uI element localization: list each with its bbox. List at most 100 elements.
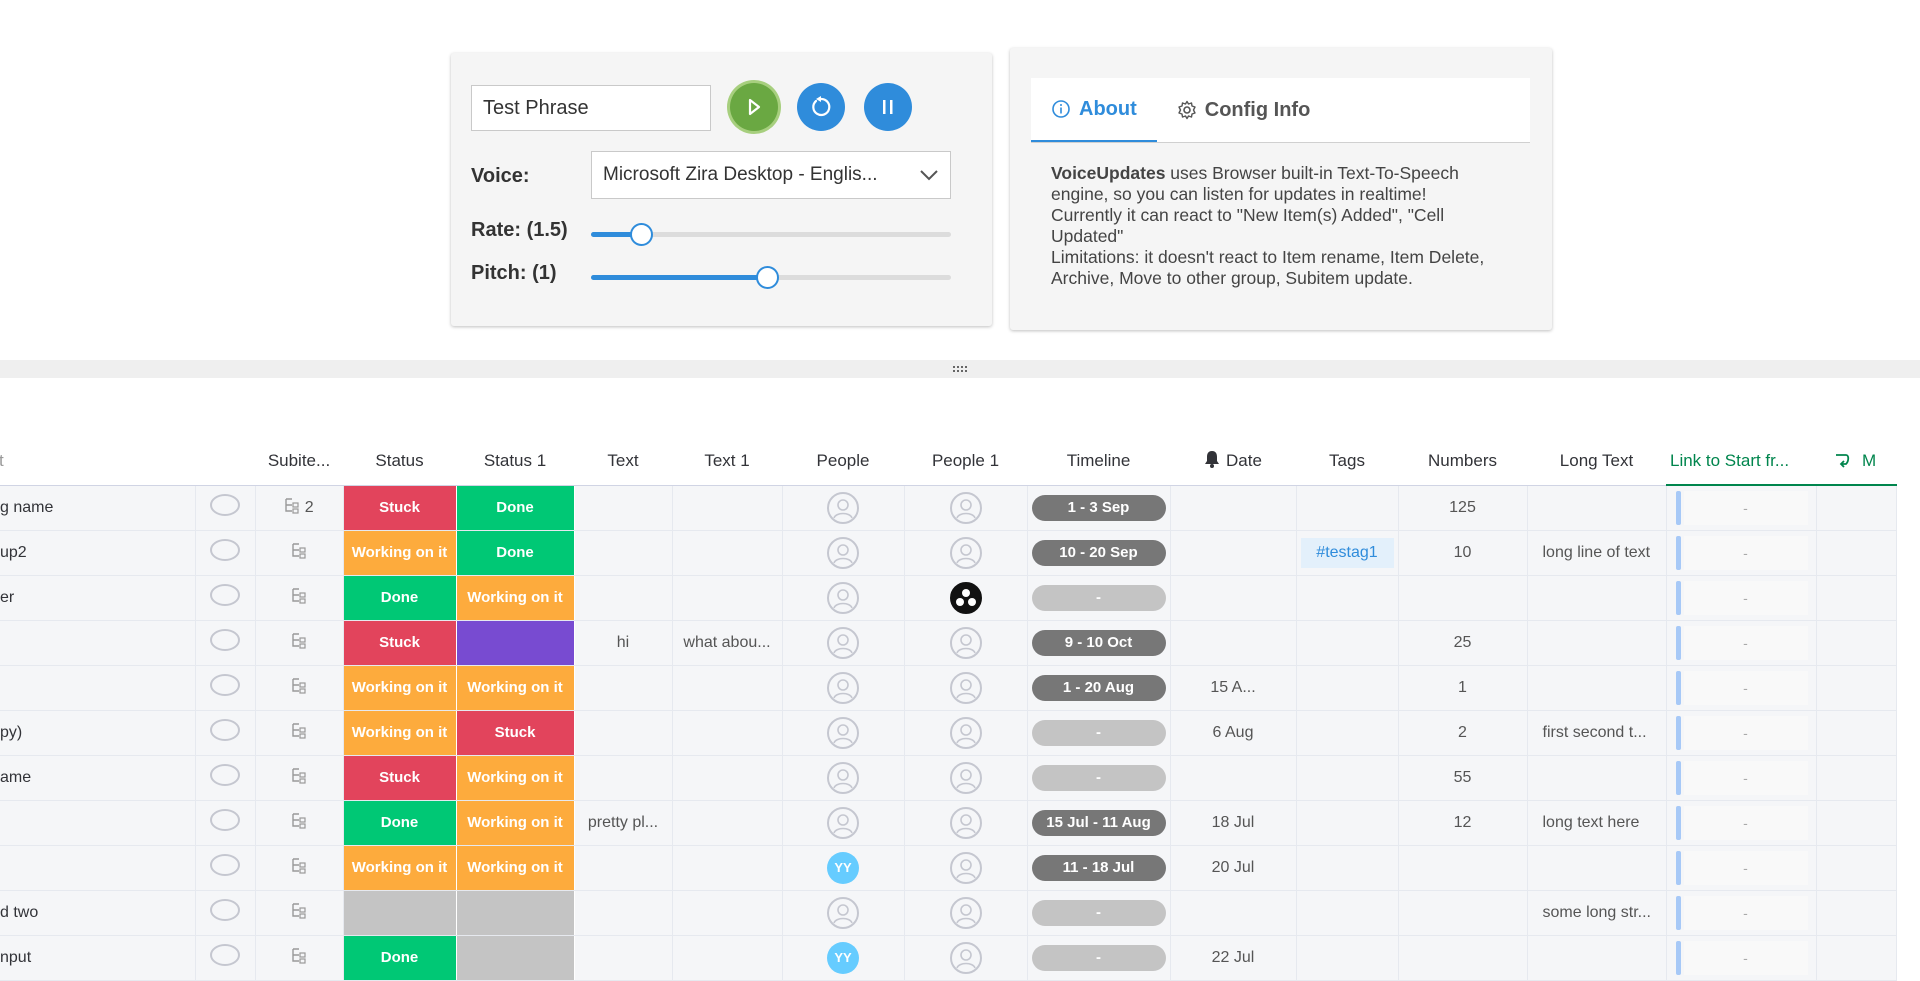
empty-avatar[interactable] <box>949 896 982 929</box>
link-value[interactable]: - <box>1683 715 1808 750</box>
link-value[interactable]: - <box>1683 625 1808 660</box>
comment-cell[interactable] <box>195 620 256 666</box>
numbers-cell[interactable]: 55 <box>1398 755 1528 801</box>
subitems-cell[interactable] <box>255 665 344 711</box>
long-text-cell[interactable] <box>1527 935 1667 981</box>
empty-avatar[interactable] <box>827 626 859 659</box>
text-1-cell[interactable] <box>672 485 783 531</box>
timeline-cell[interactable]: - <box>1027 935 1171 981</box>
empty-avatar[interactable] <box>949 626 982 659</box>
text-1-cell[interactable] <box>672 710 783 756</box>
timeline-cell[interactable]: 1 - 3 Sep <box>1027 485 1171 531</box>
long-text-cell[interactable] <box>1527 620 1667 666</box>
item-name[interactable]: er <box>0 575 196 621</box>
empty-avatar[interactable] <box>827 761 859 794</box>
subitems-cell[interactable] <box>255 755 344 801</box>
text-1-cell[interactable] <box>672 845 783 891</box>
text-cell[interactable] <box>574 485 673 531</box>
status-cell[interactable]: Working on it <box>343 845 457 891</box>
text-cell[interactable] <box>574 710 673 756</box>
people-cell[interactable] <box>782 575 905 621</box>
link-value[interactable]: - <box>1683 490 1808 525</box>
text-1-cell[interactable] <box>672 665 783 711</box>
empty-avatar[interactable] <box>949 671 982 704</box>
status-1-cell[interactable]: Working on it <box>456 665 575 711</box>
play-button[interactable] <box>730 83 778 131</box>
timeline-cell[interactable]: 11 - 18 Jul <box>1027 845 1171 891</box>
empty-avatar[interactable] <box>827 536 859 569</box>
col-text-1[interactable]: Text 1 <box>672 437 782 486</box>
subitems-cell[interactable]: 2 <box>255 485 344 531</box>
link-value[interactable]: - <box>1683 850 1808 885</box>
table-row[interactable]: Stuck hi what abou... 9 - 10 Oct 25 - <box>0 620 1897 666</box>
link-value[interactable]: - <box>1683 895 1808 930</box>
avatar[interactable] <box>949 581 982 614</box>
date-cell[interactable]: 6 Aug <box>1170 710 1297 756</box>
col-status[interactable]: Status <box>343 437 456 486</box>
status-1-cell[interactable] <box>456 620 575 666</box>
comment-cell[interactable] <box>195 530 256 576</box>
comment-cell[interactable] <box>195 485 256 531</box>
status-cell[interactable]: Working on it <box>343 665 457 711</box>
subitems-cell[interactable] <box>255 845 344 891</box>
mirror-cell[interactable] <box>1816 665 1897 711</box>
tags-cell[interactable] <box>1296 485 1399 531</box>
people-cell[interactable] <box>782 710 905 756</box>
status-1-cell[interactable]: Working on it <box>456 800 575 846</box>
status-cell[interactable]: Stuck <box>343 485 457 531</box>
numbers-cell[interactable]: 2 <box>1398 710 1528 756</box>
comment-icon[interactable] <box>210 944 240 966</box>
status-1-cell[interactable] <box>456 890 575 936</box>
comment-icon[interactable] <box>210 539 240 561</box>
link-value[interactable]: - <box>1683 535 1808 570</box>
table-row[interactable]: py) Working on it Stuck -6 Aug 2 first secon… <box>0 710 1897 756</box>
col-people-1[interactable]: People 1 <box>904 437 1027 486</box>
comment-icon[interactable] <box>210 494 240 516</box>
mirror-cell[interactable] <box>1816 800 1897 846</box>
date-cell[interactable] <box>1170 890 1297 936</box>
timeline-pill[interactable]: - <box>1031 719 1166 746</box>
empty-avatar[interactable] <box>827 716 859 749</box>
resize-splitter[interactable] <box>0 360 1920 378</box>
text-cell[interactable] <box>574 935 673 981</box>
people-1-cell[interactable] <box>904 575 1028 621</box>
tab-about[interactable]: About <box>1031 78 1157 142</box>
timeline-pill[interactable]: - <box>1031 899 1166 926</box>
tags-cell[interactable] <box>1296 845 1399 891</box>
people-1-cell[interactable] <box>904 890 1028 936</box>
people-1-cell[interactable] <box>904 665 1028 711</box>
comment-icon[interactable] <box>210 764 240 786</box>
text-cell[interactable]: hi <box>574 620 673 666</box>
subitems-cell[interactable] <box>255 710 344 756</box>
long-text-cell[interactable]: first second t... <box>1527 710 1667 756</box>
table-row[interactable]: d two - some long str... - <box>0 890 1897 936</box>
date-cell[interactable] <box>1170 485 1297 531</box>
col-numbers[interactable]: Numbers <box>1398 437 1527 486</box>
people-1-cell[interactable] <box>904 800 1028 846</box>
status-cell[interactable]: Done <box>343 800 457 846</box>
link-cell[interactable]: - <box>1666 620 1817 666</box>
comment-icon[interactable] <box>210 899 240 921</box>
status-1-cell[interactable]: Stuck <box>456 710 575 756</box>
timeline-pill[interactable]: 1 - 3 Sep <box>1031 494 1166 521</box>
item-name[interactable] <box>0 620 196 666</box>
timeline-pill[interactable]: - <box>1031 944 1166 971</box>
empty-avatar[interactable] <box>949 851 982 884</box>
timeline-pill[interactable]: - <box>1031 764 1166 791</box>
tags-cell[interactable] <box>1296 620 1399 666</box>
subitems-cell[interactable] <box>255 530 344 576</box>
comment-icon[interactable] <box>210 629 240 651</box>
tags-cell[interactable] <box>1296 800 1399 846</box>
rate-slider-thumb[interactable] <box>630 223 654 246</box>
link-cell[interactable]: - <box>1666 710 1817 756</box>
people-1-cell[interactable] <box>904 755 1028 801</box>
subitems-cell[interactable] <box>255 620 344 666</box>
table-row[interactable]: nput Done YY -22 Jul - <box>0 935 1897 981</box>
comment-cell[interactable] <box>195 935 256 981</box>
mirror-cell[interactable] <box>1816 890 1897 936</box>
date-cell[interactable] <box>1170 620 1297 666</box>
mirror-cell[interactable] <box>1816 575 1897 621</box>
long-text-cell[interactable] <box>1527 575 1667 621</box>
people-1-cell[interactable] <box>904 620 1028 666</box>
subitems-cell[interactable] <box>255 800 344 846</box>
